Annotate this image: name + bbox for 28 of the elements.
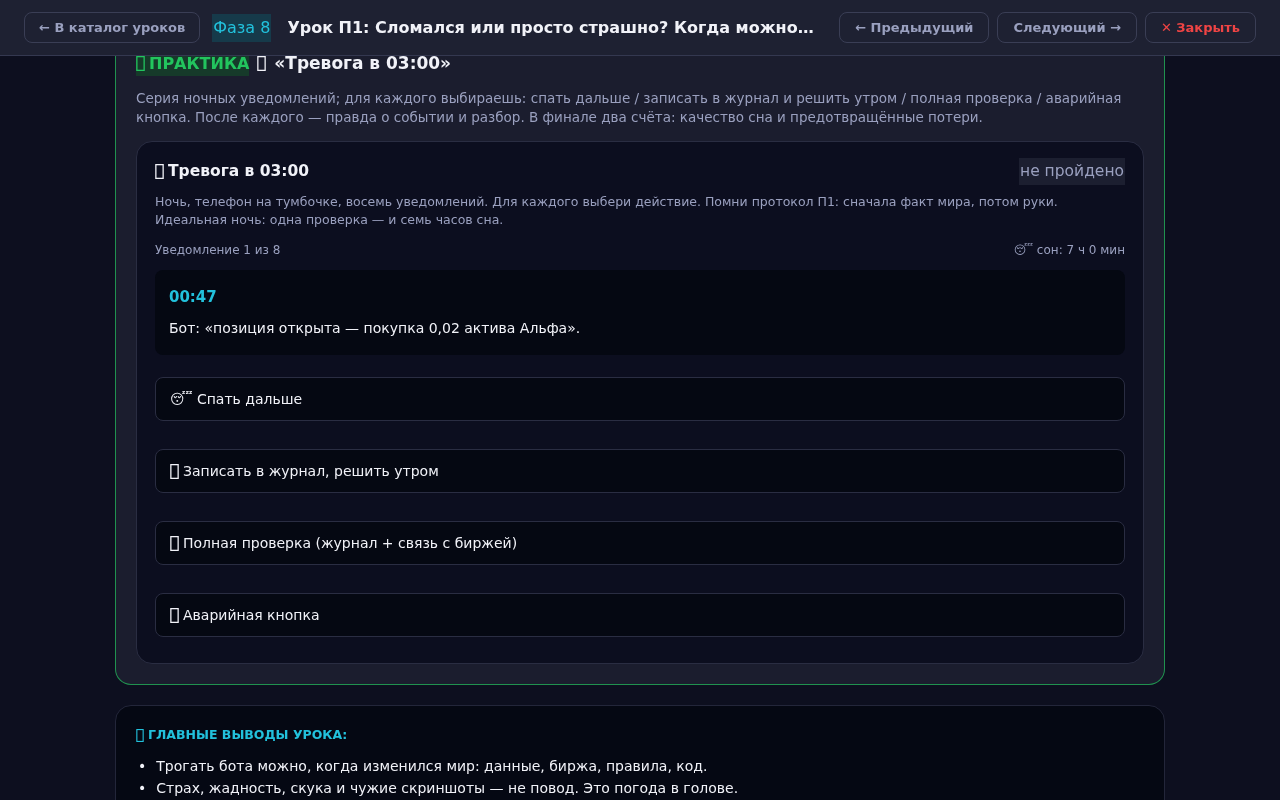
practice-description: Серия ночных уведомлений; для каждого выбираешь: спать дальше / записать в журнал и решить утром / полная проверка / аварийная кнопка. После каждого — правда о событии и разбор. В финале два счёта: качество сна и предотвращённые потери. <box>136 88 1123 127</box>
takeaway-item: Трогать бота можно, когда изменился мир: данные, биржа, правила, код. <box>156 757 708 775</box>
phase-badge: Фаза 8 <box>212 13 272 42</box>
game-title: Тревога в 03:00 <box>168 160 310 182</box>
glyph-box-icon <box>257 56 267 72</box>
choice-button[interactable]: 😴 Спать дальше <box>155 377 1125 422</box>
notification-time: 00:47 <box>169 286 218 308</box>
game-intro: Ночь, телефон на тумбочке, восемь уведомлений. Для каждого выбери действие. Помни протокол П1: сначала факт мира, потом руки. Идеальная ночь: одна проверка — и семь часов сна. <box>155 192 1059 229</box>
sleep-counter: 😴 сон: 7 ч 0 мин <box>1013 241 1125 259</box>
practice-title: «Тревога в 03:00» <box>274 52 452 75</box>
notification-text: Бот: «позиция открыта — покупка 0,02 актива Альфа». <box>169 319 582 339</box>
nav-button[interactable]: ← Предыдущий <box>839 12 990 43</box>
takeaways-heading: ГЛАВНЫЕ ВЫВОДЫ УРОКА: <box>136 726 1144 745</box>
glyph-box-icon <box>136 56 145 72</box>
status-badge: не пройдено <box>1019 157 1125 185</box>
glyph-box-icon <box>155 163 164 179</box>
back-link[interactable]: ← В каталог уроков <box>24 12 201 43</box>
close-button[interactable]: ✕ Закрыть <box>1144 12 1256 43</box>
bullet-mark: • <box>138 779 147 797</box>
lesson-title: Урок П1: Сломался или просто страшно? Когда можно… <box>287 16 815 39</box>
progress-text: Уведомление 1 из 8 <box>155 241 281 259</box>
choice-button[interactable]: Записать в журнал, решить утром <box>155 449 1125 494</box>
takeaway-item: Страх, жадность, скука и чужие скриншоты — не повод. Это погода в голове. <box>156 779 739 797</box>
choice-button[interactable]: Аварийная кнопка <box>155 593 1125 638</box>
bullet-mark: • <box>138 757 147 775</box>
nav-button[interactable]: Следующий → <box>997 12 1137 43</box>
choice-button[interactable]: Полная проверка (журнал + связь с биржей) <box>155 521 1125 566</box>
glyph-box-icon <box>136 729 144 743</box>
